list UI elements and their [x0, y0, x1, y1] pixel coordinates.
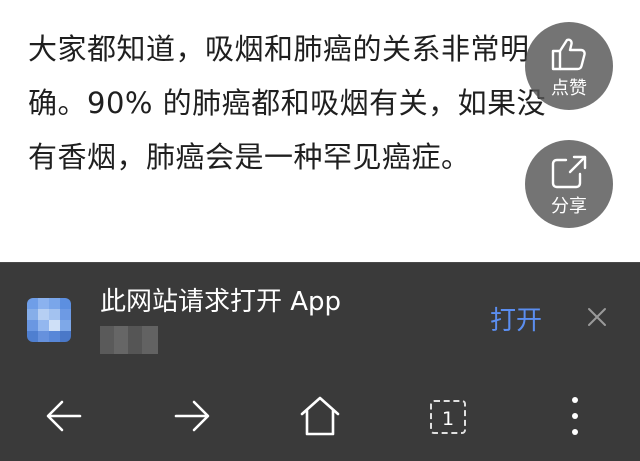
- share-icon: [551, 155, 587, 189]
- thumbs-up-icon: [551, 38, 586, 71]
- like-label: 点赞: [551, 78, 587, 99]
- blurred-app-name: [100, 326, 158, 354]
- app-icon: [27, 298, 71, 342]
- back-icon[interactable]: [44, 394, 84, 438]
- open-app-prompt-title: 此网站请求打开 App: [100, 287, 342, 317]
- open-app-button[interactable]: 打开: [490, 300, 542, 337]
- share-label: 分享: [551, 196, 587, 217]
- close-icon[interactable]: [586, 306, 608, 328]
- tabs-button[interactable]: 1: [430, 400, 466, 434]
- forward-icon[interactable]: [172, 394, 212, 438]
- home-icon[interactable]: [298, 394, 342, 438]
- like-button[interactable]: 点赞: [525, 22, 613, 110]
- share-button[interactable]: 分享: [525, 140, 613, 228]
- more-icon[interactable]: [565, 394, 585, 438]
